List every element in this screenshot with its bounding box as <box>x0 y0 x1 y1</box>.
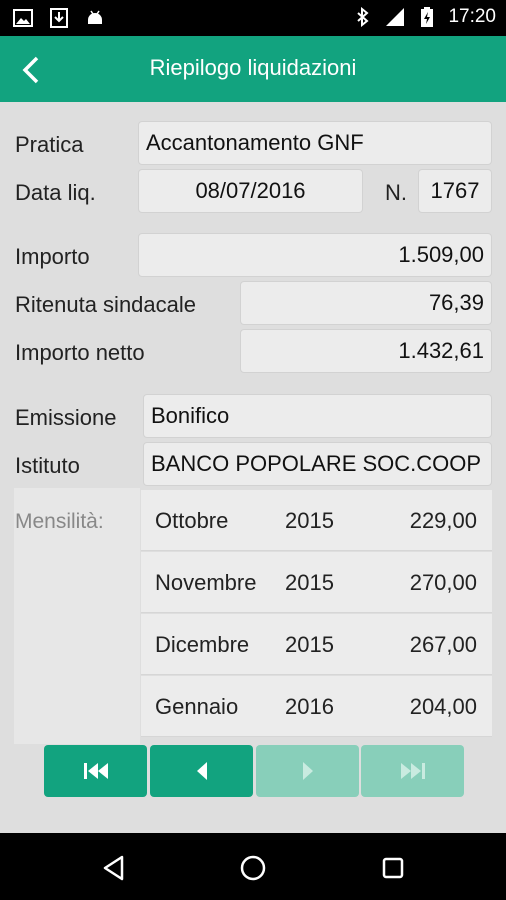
ritenuta-field[interactable]: 76,39 <box>240 281 492 325</box>
list-item[interactable]: Gennaio 2016 204,00 <box>141 676 492 737</box>
istituto-label: Istituto <box>15 453 80 478</box>
istituto-field[interactable]: BANCO POPOLARE SOC.COOP <box>143 442 492 486</box>
signal-icon <box>384 6 406 28</box>
skip-last-icon <box>400 763 425 779</box>
importo-netto-field[interactable]: 1.432,61 <box>240 329 492 373</box>
recents-nav-button[interactable] <box>376 851 410 885</box>
app-bar: Riepilogo liquidazioni <box>0 36 506 102</box>
record-navigation <box>44 745 464 797</box>
year: 2015 <box>285 570 334 595</box>
amount: 204,00 <box>409 694 477 719</box>
pratica-field[interactable]: Accantonamento GNF <box>138 121 492 165</box>
clock: 17:20 <box>448 6 496 27</box>
year: 2016 <box>285 694 334 719</box>
battery-charging-icon <box>416 6 438 28</box>
month: Ottobre <box>155 508 229 533</box>
amount: 267,00 <box>409 632 477 657</box>
list-item[interactable]: Dicembre 2015 267,00 <box>141 614 492 675</box>
importo-field[interactable]: 1.509,00 <box>138 233 492 277</box>
main-content: Pratica Accantonamento GNF Data liq. 08/… <box>0 102 506 833</box>
image-notification-icon <box>12 7 34 29</box>
triangle-back-icon <box>103 855 124 881</box>
year: 2015 <box>285 632 334 657</box>
amount: 229,00 <box>409 508 477 533</box>
list-item[interactable]: Novembre 2015 270,00 <box>141 552 492 613</box>
android-notification-icon <box>84 7 106 29</box>
circle-home-icon <box>240 855 266 881</box>
emissione-label: Emissione <box>15 405 117 430</box>
page-title: Riepilogo liquidazioni <box>149 55 357 80</box>
next-icon <box>302 762 313 780</box>
month: Novembre <box>155 570 257 595</box>
month: Dicembre <box>155 632 250 657</box>
square-recents-icon <box>382 857 404 879</box>
previous-record-button[interactable] <box>150 745 253 797</box>
importo-label: Importo <box>15 244 90 269</box>
emissione-field[interactable]: Bonifico <box>143 394 492 438</box>
data-liq-field[interactable]: 08/07/2016 <box>138 169 363 213</box>
home-nav-button[interactable] <box>236 851 270 885</box>
bluetooth-icon <box>352 6 374 28</box>
ritenuta-label: Ritenuta sindacale <box>15 292 197 317</box>
last-record-button[interactable] <box>361 745 464 797</box>
status-bar: 17:20 <box>0 0 506 36</box>
mensilita-list[interactable]: Ottobre 2015 229,00 Novembre 2015 270,00… <box>141 490 492 744</box>
system-navigation-bar <box>0 833 506 900</box>
month: Gennaio <box>155 694 239 719</box>
next-record-button[interactable] <box>256 745 359 797</box>
data-liq-label: Data liq. <box>15 180 96 205</box>
amount: 270,00 <box>409 570 477 595</box>
download-notification-icon <box>48 7 70 29</box>
prev-icon <box>196 762 207 780</box>
back-nav-button[interactable] <box>97 851 131 885</box>
list-item[interactable]: Ottobre 2015 229,00 <box>141 490 492 551</box>
skip-first-icon <box>83 763 108 779</box>
number-field[interactable]: 1767 <box>418 169 492 213</box>
year: 2015 <box>285 508 334 533</box>
pratica-label: Pratica <box>15 132 84 157</box>
first-record-button[interactable] <box>44 745 147 797</box>
mensilita-label: Mensilità: <box>15 510 104 533</box>
number-label: N. <box>385 180 407 205</box>
importo-netto-label: Importo netto <box>15 340 145 365</box>
